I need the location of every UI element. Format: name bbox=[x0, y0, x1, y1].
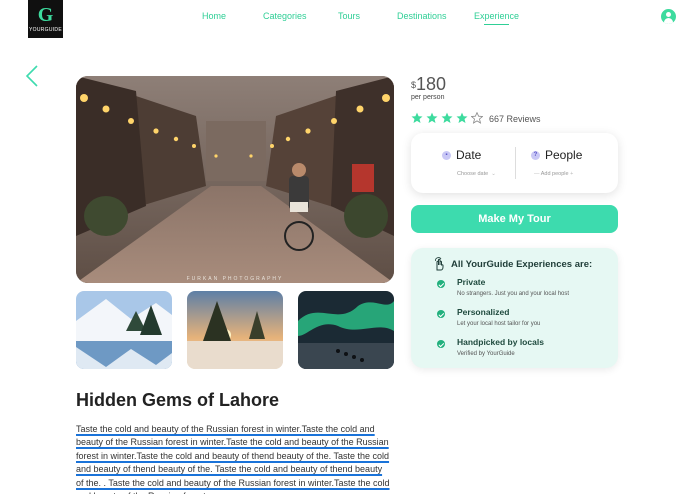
experiences-panel: All YourGuide Experiences are: Private N… bbox=[411, 248, 618, 368]
price-per-label: per person bbox=[411, 94, 445, 101]
check-icon bbox=[437, 280, 445, 288]
experiences-heading: All YourGuide Experiences are: bbox=[433, 257, 592, 271]
people-label: People bbox=[545, 148, 583, 162]
thumbnail-snowy-lake[interactable] bbox=[76, 291, 172, 369]
hand-pointer-icon bbox=[435, 257, 444, 271]
nav-experience[interactable]: Experience bbox=[474, 11, 519, 25]
star-filled-icon bbox=[441, 112, 453, 123]
thumbnail-aurora[interactable] bbox=[298, 291, 394, 369]
people-selector[interactable]: ? People bbox=[531, 148, 582, 162]
make-my-tour-button[interactable]: Make My Tour bbox=[411, 205, 618, 233]
check-icon bbox=[437, 310, 445, 318]
minus-button[interactable]: — bbox=[534, 171, 540, 177]
nav-tours[interactable]: Tours bbox=[338, 11, 360, 21]
star-empty-icon bbox=[471, 112, 483, 124]
rating-stars bbox=[411, 111, 486, 125]
chevron-down-icon: ⌄ bbox=[489, 171, 496, 177]
price-amount: 180 bbox=[416, 74, 447, 94]
people-icon: ? bbox=[531, 150, 540, 160]
tour-description: Taste the cold and beauty of the Russian… bbox=[76, 424, 390, 494]
tour-title: Hidden Gems of Lahore bbox=[76, 390, 280, 410]
nav-home[interactable]: Home bbox=[202, 11, 226, 21]
star-filled-icon bbox=[411, 112, 423, 123]
add-people-label: Add people bbox=[540, 171, 569, 177]
choose-date[interactable]: Choose date ⌄ bbox=[457, 171, 496, 177]
star-filled-icon bbox=[426, 112, 438, 123]
booking-card: ▪ Date Choose date ⌄ ? People — Add peop… bbox=[411, 133, 618, 193]
logo-text: YOURGUIDE bbox=[29, 26, 62, 33]
back-arrow-icon[interactable] bbox=[22, 64, 44, 88]
calendar-icon: ▪ bbox=[442, 150, 451, 160]
street-photo-image: FURKAN PHOTOGRAPHY bbox=[76, 76, 394, 283]
check-icon bbox=[437, 340, 445, 348]
star-filled-icon bbox=[456, 112, 468, 123]
plus-button[interactable]: + bbox=[570, 171, 573, 177]
main-nav: Home Categories Tours Destinations Exper… bbox=[0, 11, 694, 25]
divider bbox=[515, 147, 516, 179]
main-photo[interactable]: FURKAN PHOTOGRAPHY bbox=[76, 76, 394, 283]
people-stepper: — Add people + bbox=[534, 171, 573, 177]
price: $180 bbox=[411, 74, 446, 95]
photo-watermark: FURKAN PHOTOGRAPHY bbox=[187, 276, 284, 282]
thumbnail-winter-sunset[interactable] bbox=[187, 291, 283, 369]
nav-destinations[interactable]: Destinations bbox=[397, 11, 447, 21]
user-avatar-icon[interactable] bbox=[661, 9, 676, 24]
nav-categories[interactable]: Categories bbox=[263, 11, 307, 21]
date-label: Date bbox=[456, 148, 482, 162]
date-selector[interactable]: ▪ Date bbox=[442, 148, 481, 162]
reviews-count[interactable]: 667 Reviews bbox=[489, 114, 541, 124]
